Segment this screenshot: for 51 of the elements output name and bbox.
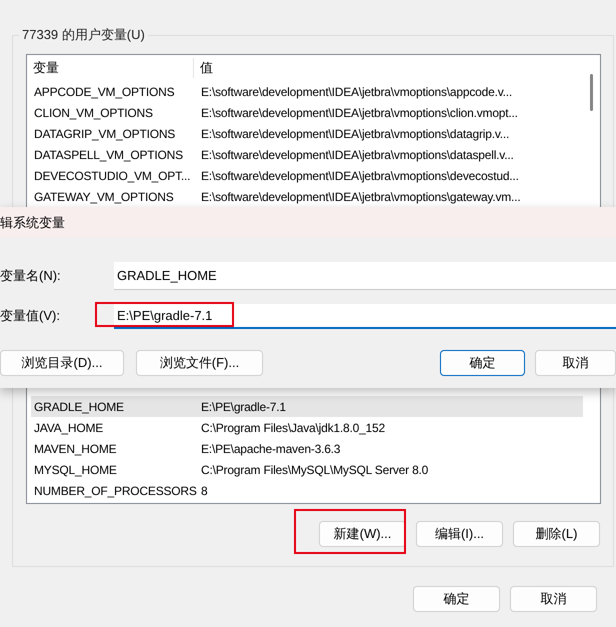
group-title: 77339 的用户变量(U) (19, 27, 148, 43)
browse-button[interactable]: 浏览文件(F)... (136, 350, 263, 376)
variable-name: NUMBER_OF_PROCESSORS (33, 482, 198, 500)
list-row[interactable]: NUMBER_OF_PROCESSORS 8 (31, 480, 583, 501)
variable-value: E:\software\development\IDEA\jetbra\vmoptions\devecostud... (200, 168, 519, 184)
variable-value: E:\PE\apache-maven-3.6.3 (200, 440, 340, 458)
variable-value: 8 (200, 482, 208, 500)
variable-name: GATEWAY_VM_OPTIONS (33, 188, 175, 206)
variable-value: E:\software\development\IDEA\jetbra\vmoptions\clion.vmopt... (200, 104, 518, 122)
variable-value: E:\PE\gradle-7.1 (200, 398, 286, 416)
scrollbar-thumb[interactable] (590, 74, 593, 111)
variable-name: CLION_VM_OPTIONS (33, 104, 154, 122)
list-row[interactable]: GATEWAY_VM_OPTIONS E:\software\development\IDEA\jetbra\vmoptions\gateway.vm... (31, 186, 583, 207)
list-row[interactable]: DEVECOSTUDIO_VM_OPT... E:\software\development\IDEA\jetbra\vmoptions\devecostud... (31, 165, 583, 186)
list-row[interactable]: MYSQL_HOME C:\Program Files\MySQL\MySQL Server 8.0 (31, 459, 583, 480)
list-row[interactable]: JAVA_HOME C:\Program Files\Java\jdk1.8.0_152 (31, 417, 583, 438)
dialog-button[interactable]: 取消 (535, 350, 616, 376)
list-row[interactable]: CLION_VM_OPTIONS E:\software\development\IDEA\jetbra\vmoptions\clion.vmopt... (31, 102, 583, 123)
footer-button[interactable]: 确定 (413, 586, 500, 612)
variable-name: MAVEN_HOME (33, 440, 118, 458)
variable-name: GRADLE_HOME (33, 398, 125, 416)
variable-name: DEVECOSTUDIO_VM_OPT... (33, 168, 192, 184)
list-action-button[interactable]: 编辑(I)... (416, 521, 503, 547)
variable-name: DATAGRIP_VM_OPTIONS (33, 126, 176, 142)
list-row[interactable]: DATAGRIP_VM_OPTIONS E:\software\development\IDEA\jetbra\vmoptions\datagrip.v... (31, 123, 583, 144)
list-row[interactable]: DATASPELL_VM_OPTIONS E:\software\development\IDEA\jetbra\vmoptions\dataspell.v... (31, 144, 583, 165)
list-row[interactable]: APPCODE_VM_OPTIONS E:\software\development\IDEA\jetbra\vmoptions\appcode.v... (31, 81, 583, 102)
browse-button[interactable]: 浏览目录(D)... (0, 350, 124, 376)
list-action-button[interactable]: 新建(W)... (319, 521, 406, 547)
list-row[interactable]: GRADLE_HOME E:\PE\gradle-7.1 (31, 396, 583, 417)
variable-name: DATASPELL_VM_OPTIONS (33, 146, 184, 164)
text-field[interactable]: GRADLE_HOME (114, 262, 616, 290)
footer-button[interactable]: 取消 (510, 586, 597, 612)
variable-value: C:\Program Files\MySQL\MySQL Server 8.0 (200, 462, 428, 478)
column-header[interactable]: 变量 (27, 58, 194, 78)
variable-name: MYSQL_HOME (33, 462, 118, 478)
variable-value: E:\software\development\IDEA\jetbra\vmoptions\gateway.vm... (200, 188, 520, 206)
variable-value: C:\Program Files\Java\jdk1.8.0_152 (200, 420, 385, 436)
dialog-title: 辑系统变量 (0, 207, 616, 238)
column-header[interactable]: 值 (194, 58, 213, 78)
field-label: 变量名(N): (0, 267, 62, 286)
variable-value: E:\software\development\IDEA\jetbra\vmoptions\appcode.v... (200, 84, 512, 100)
list-action-button[interactable]: 删除(L) (513, 521, 600, 547)
field-label: 变量值(V): (0, 307, 61, 326)
variable-value: E:\software\development\IDEA\jetbra\vmoptions\dataspell.v... (200, 146, 514, 164)
text-field[interactable]: E:\PE\gradle-7.1 (114, 304, 616, 328)
variable-value: E:\software\development\IDEA\jetbra\vmoptions\datagrip.v... (200, 126, 510, 142)
dialog-button[interactable]: 确定 (440, 350, 525, 376)
variable-name: APPCODE_VM_OPTIONS (33, 84, 176, 100)
variable-name: JAVA_HOME (33, 420, 104, 436)
list-row[interactable]: MAVEN_HOME E:\PE\apache-maven-3.6.3 (31, 438, 583, 459)
